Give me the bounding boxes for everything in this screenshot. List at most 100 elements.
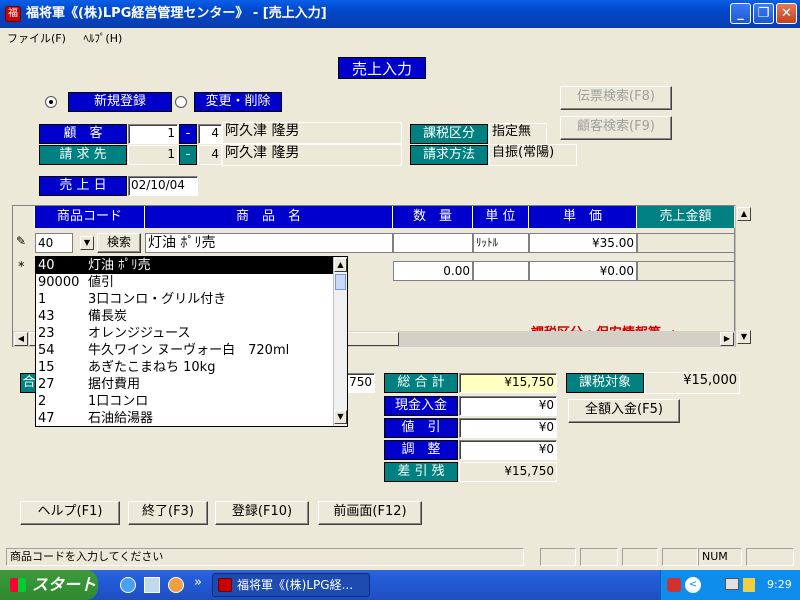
dropdown-scrollbar[interactable]: ▲ ▼	[333, 257, 347, 426]
tray-volume-icon[interactable]	[743, 578, 755, 592]
customer-search-button[interactable]: 顧客検索(F9)	[560, 116, 672, 140]
clock[interactable]: 9:29	[767, 570, 792, 600]
row1-code-input[interactable]: 40	[35, 233, 73, 253]
dropdown-item[interactable]: 1 3口コンロ・グリル付き	[36, 291, 333, 308]
taskbar-app-button[interactable]: 福将軍《(株)LPG経...	[212, 573, 370, 597]
billing-method-label: 請求方法	[410, 145, 488, 165]
media-icon[interactable]	[168, 577, 184, 593]
customer-label: 顧 客	[39, 124, 127, 144]
billing-method-value[interactable]: 自振(常陽)	[489, 144, 577, 166]
row1-product-name[interactable]: 灯油 ﾎﾟﾘ売	[145, 233, 393, 253]
billing-dash: -	[179, 145, 197, 165]
tray-monitor-icon[interactable]	[725, 578, 739, 590]
row1-quantity[interactable]	[393, 233, 473, 253]
hidden-total-value: 750	[345, 373, 375, 393]
radio-change[interactable]	[175, 96, 187, 108]
row1-sales-amount	[637, 233, 735, 253]
balance-label: 差 引 残	[384, 462, 458, 482]
customer-dash: -	[179, 124, 197, 144]
scroll-up-icon[interactable]: ▲	[737, 207, 751, 221]
cash-payment-label: 現金入金	[384, 396, 458, 416]
dropdown-item[interactable]: 2 1口コンロ	[36, 393, 333, 410]
help-button[interactable]: ヘルプ(F1)	[20, 501, 120, 525]
dropdown-item[interactable]: 47 石油給湯器	[36, 410, 333, 427]
register-button[interactable]: 登録(F10)	[215, 501, 309, 525]
customer-name: 阿久津 隆男	[222, 122, 402, 144]
billing-code1: 1	[128, 145, 178, 165]
row-edit-marker: ✎	[16, 234, 27, 248]
scroll-down-icon[interactable]: ▼	[737, 330, 751, 344]
exit-button[interactable]: 終了(F3)	[128, 501, 208, 525]
system-tray: < 9:29	[660, 570, 800, 600]
num-lock-indicator: NUM	[698, 548, 742, 566]
windows-logo-icon	[10, 578, 26, 592]
row2-quantity[interactable]: 0.00	[393, 261, 473, 281]
dropdown-item[interactable]: 15 あぎたこまねち 10kg	[36, 359, 333, 376]
radio-new[interactable]	[45, 96, 57, 108]
tax-category-value[interactable]: 指定無	[489, 123, 547, 145]
row1-unit[interactable]: ﾘｯﾄﾙ	[473, 233, 529, 253]
full-payment-button[interactable]: 全額入金(F5)	[568, 399, 680, 423]
radio-change-label[interactable]: 変更・削除	[194, 92, 282, 112]
grand-total-label: 総 合 計	[384, 373, 458, 393]
dropdown-scroll-down-icon[interactable]: ▼	[334, 410, 347, 424]
scroll-left-icon[interactable]: ◀	[14, 332, 28, 346]
dropdown-scroll-thumb[interactable]	[335, 274, 346, 290]
taskbar: スタート » 福将軍《(株)LPG経... < 9:29	[0, 570, 800, 600]
tray-arrow-icon[interactable]: <	[685, 577, 701, 593]
row1-search-button[interactable]: 検索	[97, 233, 141, 253]
app-icon[interactable]: 福	[5, 6, 21, 22]
billing-code2: 4	[198, 145, 222, 165]
sales-date-input[interactable]: 02/10/04	[128, 176, 198, 196]
adjustment-input[interactable]: ¥0	[459, 440, 557, 460]
voucher-search-button[interactable]: 伝票検索(F8)	[560, 86, 672, 110]
dropdown-item[interactable]: 43 備長炭	[36, 308, 333, 325]
grand-total-value: ¥15,750	[459, 373, 557, 393]
dropdown-item[interactable]: 54 牛久ワイン ヌーヴォー白 720ml	[36, 342, 333, 359]
row1-unit-price[interactable]: ¥35.00	[529, 233, 637, 253]
desktop-icon[interactable]	[144, 577, 160, 593]
balance-value: ¥15,750	[459, 462, 557, 482]
dropdown-item[interactable]: 23 オレンジジュース	[36, 325, 333, 342]
menu-file[interactable]: ファイル(F)	[0, 28, 73, 48]
header-sales-amount: 売上金額	[637, 206, 735, 228]
header-unit-price: 単 価	[529, 206, 637, 228]
cash-payment-input[interactable]: ¥0	[459, 396, 557, 416]
customer-code2-input[interactable]: 4	[198, 124, 222, 144]
discount-label: 値 引	[384, 418, 458, 438]
close-button[interactable]: ✕	[776, 3, 797, 24]
header-unit: 単 位	[473, 206, 529, 228]
product-code-dropdown[interactable]: 40 灯油 ﾎﾟﾘ売 90000 値引 1 3口コンロ・グリル付き 43 備長炭 23 オ…	[35, 256, 348, 427]
radio-new-label[interactable]: 新規登録	[68, 92, 172, 112]
row2-unit-price[interactable]: ¥0.00	[529, 261, 637, 281]
header-quantity: 数 量	[393, 206, 473, 228]
taxable-value: ¥15,000	[644, 372, 740, 394]
header-product-name: 商 品 名	[145, 206, 393, 228]
menu-help[interactable]: ﾍﾙﾌﾟ(H)	[76, 28, 129, 48]
adjustment-label: 調 整	[384, 440, 458, 460]
restore-button[interactable]: ❐	[753, 3, 774, 24]
minimize-button[interactable]: _	[730, 3, 751, 24]
dropdown-item[interactable]: 90000 値引	[36, 274, 333, 291]
tray-shield-icon[interactable]	[667, 578, 681, 592]
row-new-marker: *	[18, 260, 25, 275]
code-dropdown-arrow[interactable]: ▼	[80, 236, 94, 250]
form-title: 売上入力	[338, 57, 426, 79]
quicklaunch-chevron-icon[interactable]: »	[194, 575, 202, 590]
row2-unit[interactable]	[473, 261, 529, 281]
window-title: 福将軍《(株)LPG経営管理センター》 - [売上入力]	[0, 0, 800, 28]
scroll-right-icon[interactable]: ▶	[720, 332, 734, 346]
sales-date-label: 売 上 日	[39, 176, 127, 196]
previous-screen-button[interactable]: 前画面(F12)	[318, 501, 422, 525]
dropdown-scroll-up-icon[interactable]: ▲	[334, 258, 347, 272]
discount-input[interactable]: ¥0	[459, 418, 557, 438]
taxable-label: 課税対象	[566, 373, 644, 393]
ie-icon[interactable]	[120, 577, 136, 593]
taskbar-app-icon	[218, 578, 232, 592]
dropdown-item[interactable]: 40 灯油 ﾎﾟﾘ売	[36, 257, 333, 274]
dropdown-item[interactable]: 27 据付費用	[36, 376, 333, 393]
billing-name: 阿久津 隆男	[222, 144, 402, 166]
customer-code1-input[interactable]: 1	[128, 124, 178, 144]
grid-vscrollbar[interactable]: ▲ ▼	[735, 205, 751, 347]
header-product-code: 商品コード	[35, 206, 145, 228]
